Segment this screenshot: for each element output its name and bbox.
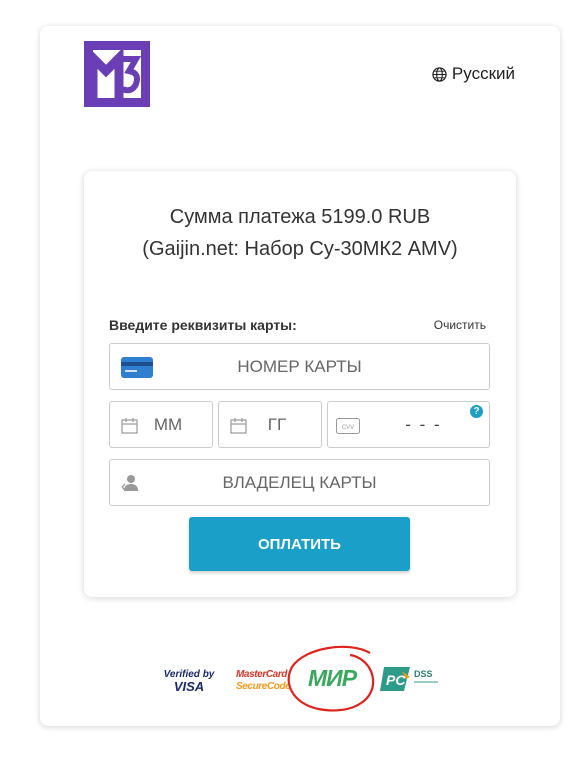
pci-dss-logo: PCI DSS	[380, 667, 438, 691]
globe-icon	[432, 66, 447, 82]
cardholder-field[interactable]: ВЛАДЕЛЕЦ КАРТЫ	[109, 459, 490, 506]
month-placeholder: ММ	[153, 414, 183, 434]
year-field[interactable]: ГГ	[218, 401, 322, 448]
help-icon[interactable]: ?	[470, 405, 483, 418]
cvv-card-icon: CVV	[336, 418, 360, 434]
card-number-placeholder: НОМЕР КАРТЫ	[237, 356, 362, 376]
month-field[interactable]: ММ	[109, 401, 213, 448]
cvv-badge-text: CVV	[342, 425, 354, 431]
cvv-field[interactable]: CVV - - - ?	[327, 401, 490, 448]
pci-text: PCI	[386, 672, 410, 688]
pay-button[interactable]: ОПЛАТИТЬ	[189, 517, 410, 571]
cardholder-placeholder: ВЛАДЕЛЕЦ КАРТЫ	[222, 472, 377, 492]
card-number-field[interactable]: НОМЕР КАРТЫ	[109, 343, 490, 390]
payment-security-logos: Verified by VISA MasterCard SecureCode М…	[40, 631, 560, 721]
payment-form: Сумма платежа 5199.0 RUB (Gaijin.net: На…	[84, 171, 516, 597]
page-card: Русский Сумма платежа 5199.0 RUB (Gaijin…	[40, 26, 560, 726]
payment-amount: Сумма платежа 5199.0 RUB	[169, 206, 431, 228]
language-selector[interactable]: Русский	[432, 64, 515, 84]
visa-line2: VISA	[173, 679, 205, 694]
m3-logo	[84, 41, 150, 107]
verified-by-visa-logo: Verified by VISA	[162, 669, 216, 693]
card-details-label: Введите реквизиты карты:	[109, 317, 297, 333]
year-placeholder: ГГ	[267, 414, 287, 434]
payment-summary: Сумма платежа 5199.0 RUB (Gaijin.net: На…	[84, 201, 516, 265]
red-annotation-circle	[287, 645, 375, 712]
dss-text: DSS	[414, 669, 433, 679]
payment-description: (Gaijin.net: Набор Су-30МК2 AMV)	[142, 238, 458, 260]
cvv-placeholder: - - -	[405, 414, 442, 434]
clear-link[interactable]: Очистить	[434, 318, 486, 332]
language-label: Русский	[451, 64, 515, 83]
